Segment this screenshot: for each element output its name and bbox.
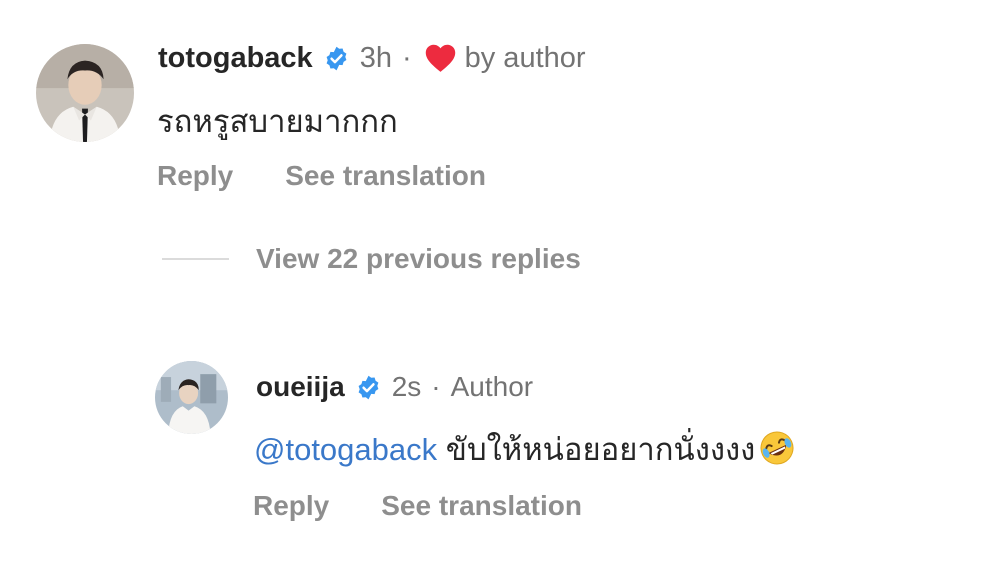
view-previous-replies-row[interactable]: View 22 previous replies: [162, 243, 581, 275]
verified-badge-icon: [355, 374, 382, 401]
reply-actions: Reply See translation: [253, 490, 582, 522]
verified-badge-icon: [323, 45, 350, 72]
profile-photo-oueiija: [155, 361, 228, 434]
reply-button[interactable]: Reply: [157, 160, 233, 192]
comment-header: totogaback 3h · by author: [158, 38, 586, 78]
see-translation-button[interactable]: See translation: [381, 490, 582, 522]
liked-by-author-label: by author: [464, 41, 586, 74]
reply-text: @totogaback ขับให้หน่อยอยากนั่งงงง: [254, 424, 797, 474]
comment-actions: Reply See translation: [157, 160, 486, 192]
mention-link[interactable]: @totogaback: [254, 432, 437, 467]
view-previous-replies-button[interactable]: View 22 previous replies: [256, 243, 581, 275]
profile-photo-totogaback: [36, 44, 134, 142]
comment-timestamp: 3h: [359, 41, 392, 74]
reply-username[interactable]: oueiija: [256, 371, 345, 403]
heart-icon: [424, 43, 457, 73]
avatar-totogaback[interactable]: [36, 44, 134, 142]
thread-divider-line: [162, 258, 229, 260]
reply-timestamp: 2s: [391, 371, 422, 402]
reply-button[interactable]: Reply: [253, 490, 329, 522]
see-translation-button[interactable]: See translation: [285, 160, 486, 192]
avatar-oueiija[interactable]: [155, 361, 228, 434]
reply-body: ขับให้หน่อยอยากนั่งงงง: [437, 432, 756, 467]
comment-text: รถหรูสบายมากกก: [157, 104, 398, 139]
author-tag: Author: [450, 371, 534, 402]
comment-username[interactable]: totogaback: [158, 42, 313, 75]
rolling-on-floor-laughing-emoji-icon: [757, 428, 797, 468]
separator-dot: ·: [401, 41, 412, 74]
separator-dot: ·: [431, 371, 441, 402]
reply-header: oueiija 2s · Author: [256, 368, 533, 406]
